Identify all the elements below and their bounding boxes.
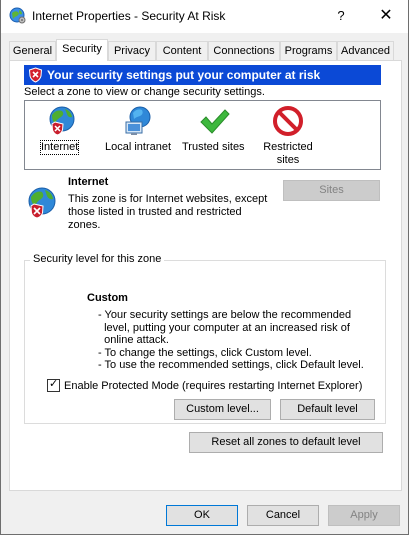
tab-content[interactable]: Content: [156, 41, 208, 60]
help-button[interactable]: ?: [331, 6, 351, 26]
zone-prompt: Select a zone to view or change security…: [24, 86, 265, 98]
protected-mode-checkbox[interactable]: ✓: [47, 378, 60, 392]
window-title: Internet Properties - Security At Risk: [32, 9, 226, 23]
internet-options-icon: [9, 7, 27, 25]
checkmark-icon: [198, 105, 230, 137]
tab-general[interactable]: General: [9, 41, 56, 60]
tab-connections[interactable]: Connections: [208, 41, 280, 60]
zone-description-title: Internet: [68, 176, 109, 188]
internet-zone-large-icon: [25, 186, 59, 220]
cancel-button[interactable]: Cancel: [247, 505, 319, 526]
zone-description-text: This zone is for Internet websites, exce…: [68, 193, 268, 231]
zone-label-restricted-sites: Restricted sites: [263, 141, 313, 166]
zone-local-intranet[interactable]: Local intranet: [103, 101, 173, 161]
zone-label-trusted-sites: Trusted sites: [182, 141, 245, 153]
security-level-line: - To use the recommended settings, click…: [98, 359, 364, 371]
checkmark-icon: ✓: [49, 378, 59, 390]
security-risk-text: Your security settings put your computer…: [47, 68, 321, 82]
security-level-description: - Your security settings are below the r…: [98, 309, 368, 372]
globe-shield-icon: [46, 105, 78, 137]
zone-label-internet: Internet: [39, 140, 80, 155]
zone-list[interactable]: Internet Local intranet Trusted sites Re…: [24, 100, 381, 170]
zone-trusted-sites[interactable]: Trusted sites: [180, 101, 248, 161]
protected-mode-label[interactable]: Enable Protected Mode (requires restarti…: [64, 380, 362, 392]
custom-level-button[interactable]: Custom level...: [174, 399, 271, 420]
zone-internet[interactable]: Internet: [37, 101, 87, 161]
title-bar: Internet Properties - Security At Risk ?…: [1, 0, 408, 33]
sites-button[interactable]: Sites: [283, 180, 380, 201]
default-level-button[interactable]: Default level: [280, 399, 375, 420]
network-globe-icon: [122, 105, 154, 137]
shield-warning-icon: [28, 67, 43, 83]
security-level-name: Custom: [87, 292, 128, 304]
internet-properties-dialog: Internet Properties - Security At Risk ?…: [0, 0, 409, 535]
restricted-icon: [272, 105, 304, 137]
tab-programs[interactable]: Programs: [280, 41, 337, 60]
tab-privacy[interactable]: Privacy: [108, 41, 156, 60]
security-level-line: level, putting your computer at an incre…: [98, 321, 350, 334]
close-button[interactable]: ✕: [369, 4, 403, 28]
apply-button[interactable]: Apply: [328, 505, 400, 526]
security-level-line: - To change the settings, click Custom l…: [98, 346, 312, 359]
reset-all-zones-button[interactable]: Reset all zones to default level: [189, 432, 383, 453]
zone-label-local-intranet: Local intranet: [105, 141, 172, 153]
zone-restricted-sites[interactable]: Restricted sites: [261, 101, 315, 166]
security-risk-banner: Your security settings put your computer…: [24, 65, 381, 85]
tab-security[interactable]: Security: [56, 39, 108, 61]
tab-advanced[interactable]: Advanced: [337, 41, 394, 60]
ok-button[interactable]: OK: [166, 505, 238, 526]
security-level-line: - Your security settings are below the r…: [98, 309, 352, 321]
security-level-group-title: Security level for this zone: [30, 253, 165, 265]
security-level-line: online attack.: [98, 334, 169, 346]
